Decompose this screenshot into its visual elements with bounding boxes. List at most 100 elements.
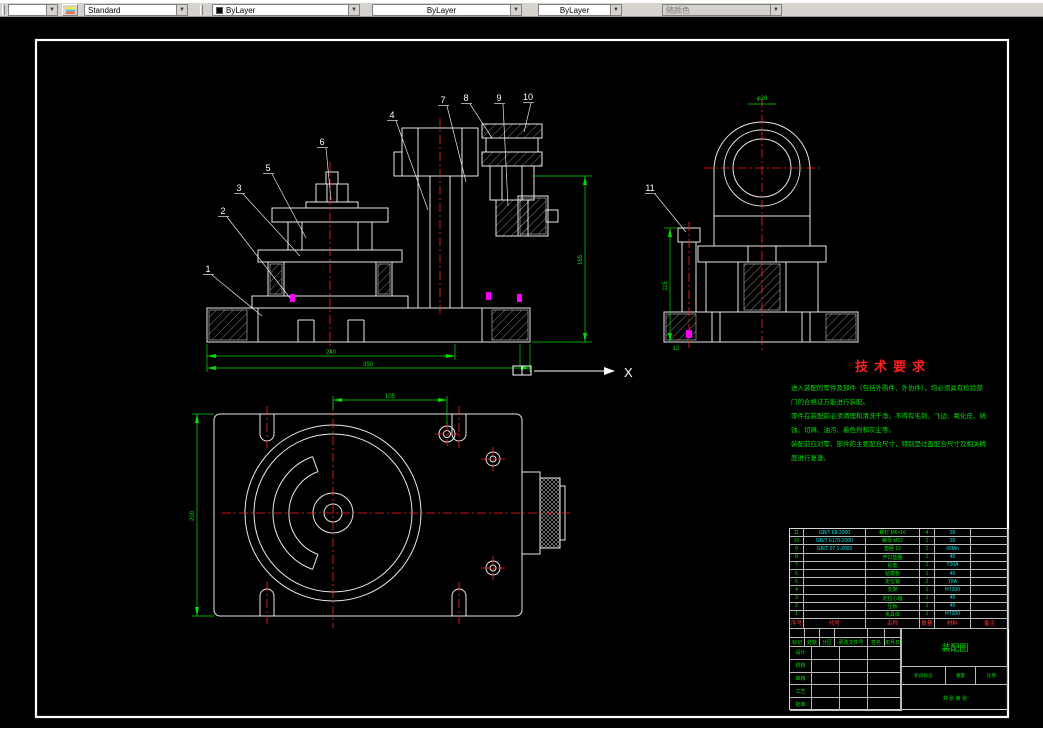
style-combo[interactable]: Standard ▼ [84,4,188,16]
callout-number-11: 11 [645,183,654,193]
bom-cell: 1 [920,537,935,546]
bom-cell: 35 [935,529,971,538]
layers-icon [65,6,75,14]
bom-cell: 材料 [935,619,971,629]
bom-cell: 标记 [790,638,805,647]
bom-cell: 35 [935,537,971,546]
dim-text: 200 [190,510,196,521]
callout-number-10: 10 [523,92,533,102]
bom-cell: 65Mn [935,545,971,554]
bom-cell: 1 [920,610,935,620]
bom-cell [835,629,868,638]
bom-cell [804,594,866,603]
bom-cell [805,629,820,638]
bom-cell: 1 [920,561,935,570]
bom-cell [971,610,1009,620]
bom-cell: 3 [790,594,804,603]
bom-cell [812,685,840,699]
bom-cell [971,569,1009,579]
chevron-down-icon[interactable]: ▼ [770,5,781,15]
chevron-down-icon[interactable]: ▼ [46,5,57,15]
toolbar-grip[interactable] [200,5,203,15]
color-combo[interactable]: ByLayer ▼ [212,4,360,16]
bom-cell [971,561,1009,570]
bom-cell: 压板 [866,602,920,611]
bom-cell: 1 [790,610,804,620]
bom-cell [971,594,1009,603]
chevron-down-icon[interactable]: ▼ [510,5,521,15]
bom-cell: 45 [935,594,971,603]
weight-label: 重量 [946,667,976,685]
dim-text: 165 [578,254,584,265]
centerlines [222,98,820,628]
callout-number-8: 8 [463,93,468,103]
bom-cell: 1 [920,594,935,603]
bom-cell: 45 [935,602,971,611]
tech-req-line: 零件在装配前必须清理和清洗干净，不得有毛刺、飞边、氧化皮、锈 [791,413,986,420]
bom-part-row: 4 支架 1 HT200 [790,586,1009,595]
bom-cell [804,602,866,611]
dim-text: 12 [673,346,680,352]
bom-cell: 45 [935,553,971,562]
tech-req-line: 进入装配的零件及部件（包括外购件、外协件），均必须具有检验部 [791,385,983,392]
stage-row: 阶段标记 重量 比例 [902,667,1008,685]
bom-sign-row: 校核 [790,659,901,673]
bom-cell [971,578,1009,587]
color-combo-label: ByLayer [226,5,256,15]
bom-cell [840,647,868,660]
chevron-down-icon[interactable]: ▼ [348,5,359,15]
bom-cell: 签名 [868,638,885,647]
bom-cell: 分区 [820,638,835,647]
callout-number-6: 6 [319,137,324,147]
bom-cell [804,586,866,595]
bom-cell: 45 [935,569,971,579]
chevron-down-icon[interactable]: ▼ [610,5,621,15]
bom-cell [812,647,840,660]
block-markers [290,292,692,338]
linetype-combo[interactable]: ByLayer ▼ [372,4,522,16]
bom-cell: 1 [920,553,935,562]
bom-cell [885,629,901,638]
plotstyle-combo[interactable]: 随颜色 ▼ [662,4,782,16]
bom-cell [812,659,840,673]
callout-number-1: 1 [205,264,210,274]
bom-cell: HT200 [935,610,971,620]
dim-text: 350 [363,362,374,368]
stage-label: 阶段标记 [902,667,946,685]
bom-cell: HT200 [935,586,971,595]
lineweight-combo[interactable]: ByLayer ▼ [538,4,622,16]
parts-list: 11 GB/T 68-2000 螺钉 M6×16 4 35 10 GB/T 6170-200… [790,529,1009,629]
bom-cell: 8 [790,553,804,562]
title-block: 11 GB/T 68-2000 螺钉 M6×16 4 35 10 GB/T 6170-200… [789,528,1009,711]
bom-cell [804,569,866,579]
bom-cell: GB/T 68-2000 [804,529,866,538]
dim-text: 105 [385,394,396,400]
bom-cell [820,629,835,638]
dim-text: φ20 [757,96,768,102]
chevron-down-icon[interactable]: ▼ [176,5,187,15]
bom-part-row: 2 压板 1 45 [790,602,1009,611]
layers-button[interactable] [62,4,78,16]
tech-req-line: 门的合格证方能进行装配。 [791,399,869,406]
toolbar-grip[interactable] [2,5,5,15]
bom-part-row: 5 定位销 2 T8A [790,578,1009,587]
bom-cell: 钻套 [866,561,920,570]
scale-label: 比例 [976,667,1008,685]
bom-cell: 1 [920,569,935,579]
bom-cell [840,698,868,711]
workspace-combo[interactable]: ▼ [8,4,58,16]
bom-cell [868,685,901,699]
x-axis-label: X [624,365,633,380]
bom-cell: 批准 [790,698,812,711]
bom-cell: 定位销 [866,578,920,587]
plotstyle-combo-label: 随颜色 [666,5,690,15]
drawing-name: 装配图 [902,629,1008,667]
change-record-header-row: 标记 处数 分区 更改文件号 签名 年月日 [790,638,901,647]
bom-cell [971,553,1009,562]
bom-cell: 1 [920,545,935,554]
tech-req-line: 装配前应对零、部件的主要配合尺寸，特别是过盈配合尺寸及相关精 [791,441,986,448]
bom-cell: 4 [920,529,935,538]
bom-cell: 7 [790,561,804,570]
bom-cell: 螺钉 M6×16 [866,529,920,538]
bom-cell [790,629,805,638]
